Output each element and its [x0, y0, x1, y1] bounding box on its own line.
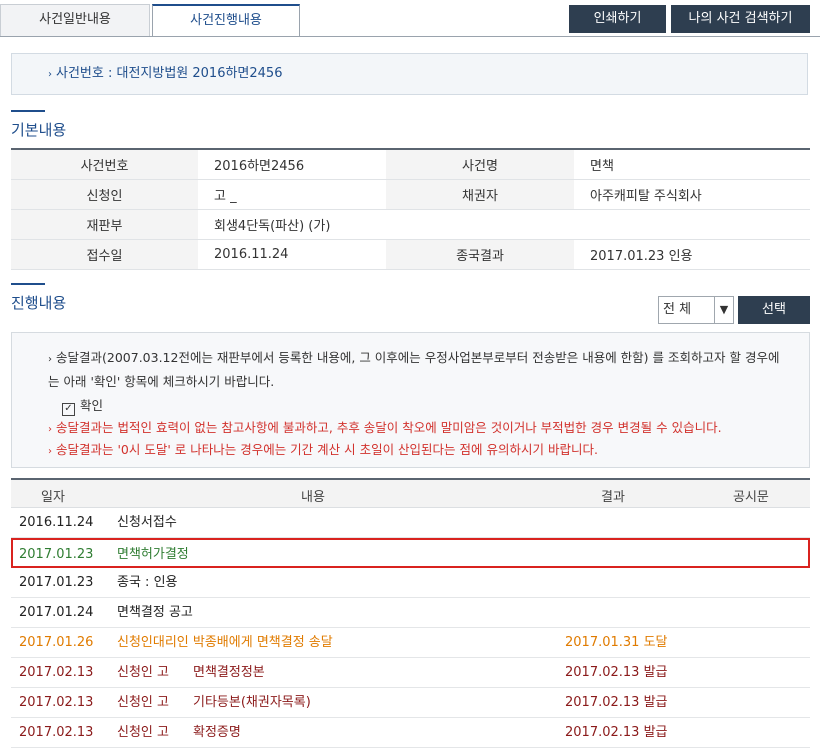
value-case-name: 면책 — [574, 149, 810, 180]
tab-case-progress[interactable]: 사건진행내용 — [152, 4, 300, 37]
bullet-icon: › — [48, 446, 52, 457]
table-row: 2016.11.24 신청서접수 — [11, 508, 810, 538]
notice-text: › 송달결과(2007.03.12전에는 재판부에서 등록한 내용에, 그 이후에… — [48, 350, 780, 389]
tab-divider — [0, 36, 820, 37]
value-applicant: 고 _ — [198, 179, 386, 210]
row-date: 2017.01.24 — [19, 605, 94, 620]
filter-select[interactable]: 전 체 ▼ — [658, 296, 734, 324]
table-row: 2017.02.13 신청인 고 기타등본(채권자목록) 2017.02.13 발급 — [11, 688, 810, 718]
value-creditor: 아주캐피탈 주식회사 — [574, 179, 810, 210]
table-row-highlighted: 2017.01.23 면책허가결정 — [11, 538, 810, 568]
section-accent-bar — [11, 110, 45, 112]
label-creditor: 채권자 — [386, 179, 574, 210]
confirm-checkbox-label: 확인 — [80, 398, 104, 413]
row-content-detail: 면책결정정본 — [193, 665, 265, 680]
row-date: 2017.02.13 — [19, 665, 94, 680]
value-case-number: 2016하면2456 — [198, 149, 386, 180]
value-court-division: 회생4단독(파산) (가) — [198, 209, 810, 240]
warning-text-1: › 송달결과는 법적인 효력이 없는 참고사항에 불과하고, 추후 송달이 착오에… — [48, 420, 722, 435]
label-case-number: 사건번호 — [11, 149, 198, 180]
row-result: 2017.01.31 도달 — [565, 635, 668, 650]
label-court-division: 재판부 — [11, 209, 198, 240]
warning-text-2: › 송달결과는 '0시 도달' 로 나타나는 경우에는 기간 계산 시 초일이 산… — [48, 442, 598, 457]
header-notice: 공시문 — [733, 490, 769, 505]
label-filing-date: 접수일 — [11, 239, 198, 270]
table-row: 2017.01.26 신청인대리인 박종배에게 면책결정 송달 2017.01.31… — [11, 628, 810, 658]
case-number-box: › 사건번호 : 대전지방법원 2016하면2456 — [11, 53, 808, 95]
table-row: 재판부 회생4단독(파산) (가) — [11, 209, 810, 240]
label-case-name: 사건명 — [386, 149, 574, 180]
case-number-text: 사건번호 : 대전지방법원 2016하면2456 — [56, 66, 283, 81]
print-button[interactable]: 인쇄하기 — [569, 5, 666, 33]
basic-info-table: 사건번호 2016하면2456 사건명 면책 신청인 고 _ 채권자 아주캐피탈… — [11, 148, 810, 270]
row-content: 면책결정 공고 — [117, 605, 193, 620]
bullet-icon: › — [48, 354, 52, 365]
table-row: 2017.01.24 면책결정 공고 — [11, 598, 810, 628]
value-final-result: 2017.01.23 인용 — [574, 239, 810, 270]
row-content: 신청인대리인 박종배에게 면책결정 송달 — [117, 635, 333, 650]
row-result: 2017.02.13 발급 — [565, 665, 668, 680]
chevron-down-icon[interactable]: ▼ — [714, 297, 733, 323]
row-content-detail: 기타등본(채권자목록) — [193, 695, 311, 710]
progress-table-header: 일자 내용 결과 공시문 — [11, 478, 810, 508]
label-applicant: 신청인 — [11, 179, 198, 210]
notice-box: › 송달결과(2007.03.12전에는 재판부에서 등록한 내용에, 그 이후에… — [11, 332, 810, 468]
basic-section-title: 기본내용 — [11, 121, 67, 139]
row-result: 2017.02.13 발급 — [565, 725, 668, 740]
my-case-search-button[interactable]: 나의 사건 검색하기 — [671, 5, 810, 33]
row-content: 종국 : 인용 — [117, 575, 178, 590]
row-content-detail: 확정증명 — [193, 725, 241, 740]
table-row: 접수일 2016.11.24 종국결과 2017.01.23 인용 — [11, 239, 810, 270]
row-date: 2017.01.23 — [19, 547, 94, 562]
header-date: 일자 — [41, 490, 65, 505]
row-date: 2017.01.23 — [19, 575, 94, 590]
header-result: 결과 — [601, 490, 625, 505]
header-content: 내용 — [301, 490, 325, 505]
bullet-icon: › — [48, 424, 52, 435]
table-row: 사건번호 2016하면2456 사건명 면책 — [11, 149, 810, 180]
value-filing-date: 2016.11.24 — [198, 239, 386, 270]
row-date: 2016.11.24 — [19, 515, 94, 530]
row-content: 면책허가결정 — [117, 547, 189, 562]
select-button[interactable]: 선택 — [738, 296, 810, 324]
row-content: 신청인 고 — [117, 725, 169, 740]
progress-section-title: 진행내용 — [11, 294, 67, 312]
bullet-icon: › — [48, 69, 52, 80]
row-content: 신청서접수 — [117, 515, 177, 530]
row-content: 신청인 고 — [117, 695, 169, 710]
row-date: 2017.02.13 — [19, 725, 94, 740]
row-date: 2017.02.13 — [19, 695, 94, 710]
row-date: 2017.01.26 — [19, 635, 94, 650]
checkbox-checked-icon[interactable]: ✓ — [62, 403, 75, 416]
table-row: 신청인 고 _ 채권자 아주캐피탈 주식회사 — [11, 179, 810, 210]
row-result: 2017.02.13 발급 — [565, 695, 668, 710]
table-row: 2017.02.13 신청인 고 확정증명 2017.02.13 발급 — [11, 718, 810, 748]
section-accent-bar — [11, 283, 45, 285]
table-row: 2017.01.23 종국 : 인용 — [11, 568, 810, 598]
filter-select-value: 전 체 — [663, 302, 692, 317]
confirm-checkbox[interactable]: ✓ 확인 — [62, 395, 103, 416]
tab-bar: 사건일반내용 사건진행내용 인쇄하기 나의 사건 검색하기 — [0, 0, 820, 37]
row-content: 신청인 고 — [117, 665, 169, 680]
tab-case-general[interactable]: 사건일반내용 — [0, 4, 150, 36]
table-row: 2017.02.13 신청인 고 면책결정정본 2017.02.13 발급 — [11, 658, 810, 688]
label-final-result: 종국결과 — [386, 239, 574, 270]
